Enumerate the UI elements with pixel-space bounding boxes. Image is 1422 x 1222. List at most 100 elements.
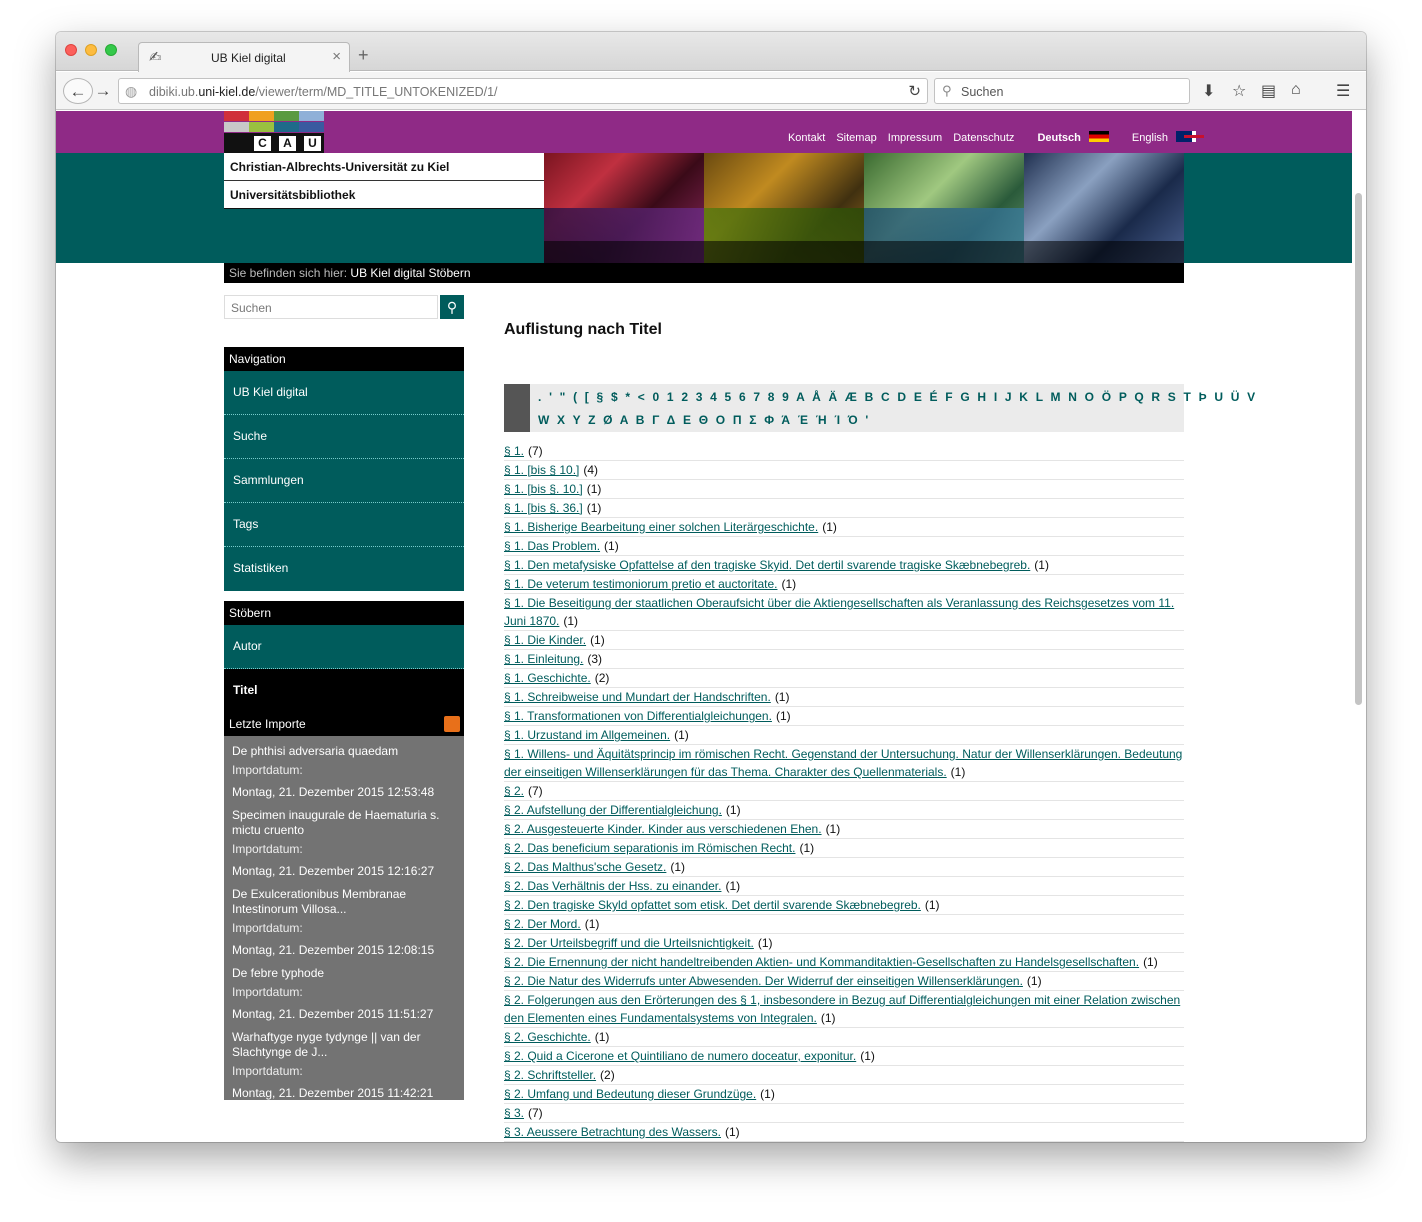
breadcrumb-trail[interactable]: UB Kiel digital Stöbern	[350, 266, 470, 280]
recent-imports-box: Letzte Importe De phthisi adversaria qua…	[224, 712, 464, 1100]
nav-item-tags[interactable]: Tags	[224, 503, 464, 547]
title-list-item: § 1. Das Problem. (1)	[504, 537, 1184, 556]
title-link[interactable]: § 1. De veterum testimoniorum pretio et …	[504, 577, 777, 591]
title-link[interactable]: § 1. Bisherige Bearbeitung einer solchen…	[504, 520, 818, 534]
title-link[interactable]: § 2. Quid a Cicerone et Quintiliano de n…	[504, 1049, 856, 1063]
title-link[interactable]: § 1. [bis §. 10.]	[504, 482, 583, 496]
title-count: (1)	[757, 936, 773, 950]
title-link[interactable]: § 1. Die Beseitigung der staatlichen Obe…	[504, 596, 1174, 628]
alphabet-row-2[interactable]: W X Y Z Ø A B Γ Δ E Θ O Π Σ Φ Ά Έ Ή Ί Ό …	[538, 413, 870, 427]
import-title[interactable]: De febre typhode	[232, 966, 456, 981]
lang-en-link[interactable]: English	[1124, 131, 1204, 144]
title-link[interactable]: § 1. Das Problem.	[504, 539, 600, 553]
title-link[interactable]: § 2. Das Malthus'sche Gesetz.	[504, 860, 666, 874]
back-button[interactable]: ←	[63, 78, 93, 104]
title-link[interactable]: § 3. Aeussere Betrachtung des Wassers.	[504, 1125, 721, 1139]
title-link[interactable]: § 2. Die Ernennung der nicht handeltreib…	[504, 955, 1139, 969]
title-link[interactable]: § 2. Schriftsteller.	[504, 1068, 596, 1082]
address-bar[interactable]: ◍ dibiki.ub.uni-kiel.de/viewer/term/MD_T…	[118, 78, 928, 104]
bookmark-star-icon[interactable]: ☆	[1232, 81, 1246, 101]
title-count: (1)	[822, 520, 837, 534]
title-list-item: § 1. Bisherige Bearbeitung einer solchen…	[504, 518, 1184, 537]
title-link[interactable]: § 1. Willens- und Äquitätsprincip im röm…	[504, 747, 1182, 779]
import-date-label: Importdatum:	[232, 921, 303, 935]
alphabet-row-1[interactable]: . ' " ( [ § $ * < 0 1 2 3 4 5 6 7 8 9 A …	[538, 390, 1257, 404]
german-flag-icon	[1088, 131, 1109, 142]
page-scrollbar[interactable]	[1355, 193, 1362, 705]
uk-flag-icon	[1176, 131, 1204, 142]
import-item: De febre typhode Importdatum: Montag, 21…	[224, 966, 464, 1022]
title-count: (1)	[590, 633, 605, 647]
nav-item-ub-kiel-digital[interactable]: UB Kiel digital	[224, 371, 464, 415]
title-link[interactable]: § 1. Die Kinder.	[504, 633, 586, 647]
title-link[interactable]: § 2. Das Verhältnis der Hss. zu einander…	[504, 879, 721, 893]
title-link[interactable]: § 2. Ausgesteuerte Kinder. Kinder aus ve…	[504, 822, 822, 836]
title-list-item: § 1. [bis §. 36.] (1)	[504, 499, 1184, 518]
title-link[interactable]: § 1. Schreibweise und Mundart der Handsc…	[504, 690, 771, 704]
title-link[interactable]: § 2. Folgerungen aus den Erörterungen de…	[504, 993, 1180, 1025]
title-link[interactable]: § 2. Das beneficium separationis im Römi…	[504, 841, 795, 855]
title-link[interactable]: § 1. Urzustand im Allgemeinen.	[504, 728, 670, 742]
import-title[interactable]: De Exulcerationibus Membranae Intestinor…	[232, 887, 456, 917]
nav-item-suche[interactable]: Suche	[224, 415, 464, 459]
contact-link[interactable]: Kontakt	[788, 132, 825, 144]
minimize-window-button[interactable]	[85, 44, 97, 56]
lang-de-link[interactable]: Deutsch	[1029, 131, 1109, 144]
sitemap-link[interactable]: Sitemap	[836, 132, 876, 144]
title-link[interactable]: § 2. Geschichte.	[504, 1030, 591, 1044]
browse-item-titel[interactable]: Titel	[224, 669, 464, 713]
reload-icon[interactable]: ↻	[908, 82, 921, 100]
title-count: (7)	[528, 1106, 543, 1120]
university-name[interactable]: Christian-Albrechts-Universität zu Kiel	[224, 153, 544, 181]
title-link[interactable]: § 2. Die Natur des Widerrufs unter Abwes…	[504, 974, 1023, 988]
title-link[interactable]: § 1. Einleitung.	[504, 652, 583, 666]
download-icon[interactable]: ⬇	[1202, 81, 1215, 101]
title-link[interactable]: § 2. Umfang und Bedeutung dieser Grundzü…	[504, 1087, 756, 1101]
nav-item-sammlungen[interactable]: Sammlungen	[224, 459, 464, 503]
title-link[interactable]: § 3.	[504, 1106, 524, 1120]
new-tab-icon[interactable]: +	[358, 45, 369, 66]
imprint-link[interactable]: Impressum	[888, 132, 942, 144]
title-link[interactable]: § 2. Den tragiske Skyld opfattet som eti…	[504, 898, 921, 912]
nav-item-statistiken[interactable]: Statistiken	[224, 547, 464, 591]
title-count: (1)	[670, 860, 686, 874]
close-window-button[interactable]	[65, 44, 77, 56]
title-link[interactable]: § 2. Aufstellung der Differentialgleichu…	[504, 803, 722, 817]
title-count: (1)	[725, 879, 741, 893]
import-title[interactable]: De phthisi adversaria quaedam	[232, 744, 456, 759]
maximize-window-button[interactable]	[105, 44, 117, 56]
search-icon: ⚲	[446, 299, 458, 315]
privacy-link[interactable]: Datenschutz	[953, 132, 1014, 144]
title-link[interactable]: § 2. Der Urteilsbegriff und die Urteilsn…	[504, 936, 754, 950]
close-tab-icon[interactable]: ×	[332, 48, 341, 65]
sidebar-search-input[interactable]: Suchen	[224, 295, 438, 319]
title-list-item: § 3. (7)	[504, 1104, 1184, 1123]
title-link[interactable]: § 1. Transformationen von Differentialgl…	[504, 709, 772, 723]
menu-icon[interactable]: ☰	[1336, 81, 1350, 101]
title-link[interactable]: § 1. Geschichte.	[504, 671, 591, 685]
title-count: (1)	[1026, 974, 1042, 988]
library-name[interactable]: Universitätsbibliothek	[224, 181, 544, 209]
rss-icon[interactable]	[444, 716, 460, 732]
title-link[interactable]: § 2. Der Mord.	[504, 917, 581, 931]
browser-search-input[interactable]: ⚲ Suchen	[934, 78, 1190, 104]
title-link[interactable]: § 1. Den metafysiske Opfattelse af den t…	[504, 558, 1030, 572]
title-link[interactable]: § 1.	[504, 444, 524, 458]
title-link[interactable]: § 1. [bis §. 36.]	[504, 501, 583, 515]
title-list-item: § 2. Der Urteilsbegriff und die Urteilsn…	[504, 934, 1184, 953]
title-list-item: § 2. Umfang und Bedeutung dieser Grundzü…	[504, 1085, 1184, 1104]
sidebar-search-button[interactable]: ⚲	[440, 295, 464, 319]
home-icon[interactable]: ⌂	[1291, 81, 1301, 99]
import-date: Montag, 21. Dezember 2015 12:08:15	[232, 943, 435, 957]
title-link[interactable]: § 2.	[504, 784, 524, 798]
title-count: (1)	[1034, 558, 1049, 572]
title-count: (1)	[774, 690, 790, 704]
browser-tab[interactable]: ✍ UB Kiel digital ×	[138, 42, 350, 72]
import-title[interactable]: Warhaftyge nyge tydynge || van der Slach…	[232, 1030, 456, 1060]
reading-list-icon[interactable]: ▤	[1261, 81, 1276, 101]
browse-item-autor[interactable]: Autor	[224, 625, 464, 669]
forward-button[interactable]: →	[92, 78, 114, 104]
cau-logo[interactable]: C A U	[224, 111, 324, 153]
import-title[interactable]: Specimen inaugurale de Haematuria s. mic…	[232, 808, 456, 838]
title-link[interactable]: § 1. [bis § 10.]	[504, 463, 579, 477]
